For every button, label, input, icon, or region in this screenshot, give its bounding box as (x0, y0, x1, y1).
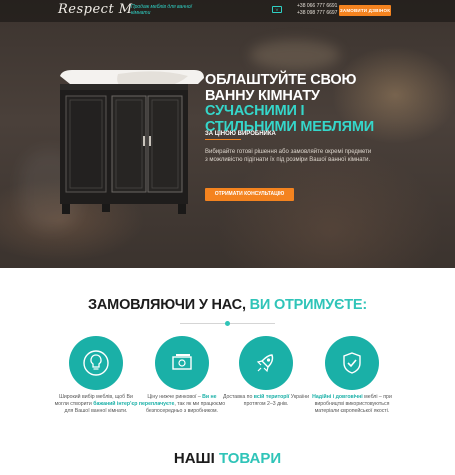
rocket-icon (239, 336, 293, 390)
feature-text: Надійні і довговічні меблі – при виробни… (312, 394, 392, 414)
feature-text: Доставка по всій території України протя… (222, 394, 310, 407)
phone-number[interactable]: +38 066 777 6691 (297, 3, 337, 10)
subtitle-underline (205, 139, 241, 140)
viber-icon[interactable]: V (272, 6, 282, 13)
background-blur (250, 40, 340, 70)
hero-subtitle: ЗА ЦІНОЮ ВИРОБНИКА (205, 131, 276, 137)
callback-button[interactable]: ЗАМОВИТИ ДЗВІНОК (339, 5, 391, 16)
benefits-title: ЗАМОВЛЯЮЧИ У НАС, ВИ ОТРИМУЄТЕ: (88, 297, 367, 313)
feature-text: Ціну нижче ринкової – Ви не переплачуєте… (138, 394, 226, 414)
feature-text: Широкий вибір меблів, щоб Ви могли створ… (54, 394, 138, 414)
phone-number[interactable]: +38 098 777 6697 (297, 10, 337, 17)
consultation-button[interactable]: ОТРИМАТИ КОНСУЛЬТАЦІЮ (205, 188, 294, 201)
hero-description: Вибирайте готові рішення або замовляйте … (205, 149, 372, 163)
hero-title: ОБЛАШТУЙТЕ СВОЮ ВАННУ КІМНАТУ СУЧАСНИМИ … (205, 72, 374, 135)
vanity-cabinet-image (60, 70, 204, 214)
hero-title-accent: СУЧАСНИМИ І СТИЛЬНИМИ МЕБЛЯМИ (205, 103, 374, 135)
header-bar: Respect M Продаж меблів для ванної кімна… (0, 0, 455, 22)
divider-dot (225, 321, 230, 326)
banknote-icon (155, 336, 209, 390)
shield-check-icon (325, 336, 379, 390)
products-title: НАШІ ТОВАРИ (173, 450, 282, 467)
logo[interactable]: Respect M (58, 2, 133, 17)
header-tagline: Продаж меблів для ванної кімнати (131, 4, 192, 16)
hero-section: Respect M Продаж меблів для ванної кімна… (0, 0, 455, 268)
lightbulb-head-icon (69, 336, 123, 390)
phone-numbers: +38 066 777 6691 +38 098 777 6697 (297, 3, 337, 17)
